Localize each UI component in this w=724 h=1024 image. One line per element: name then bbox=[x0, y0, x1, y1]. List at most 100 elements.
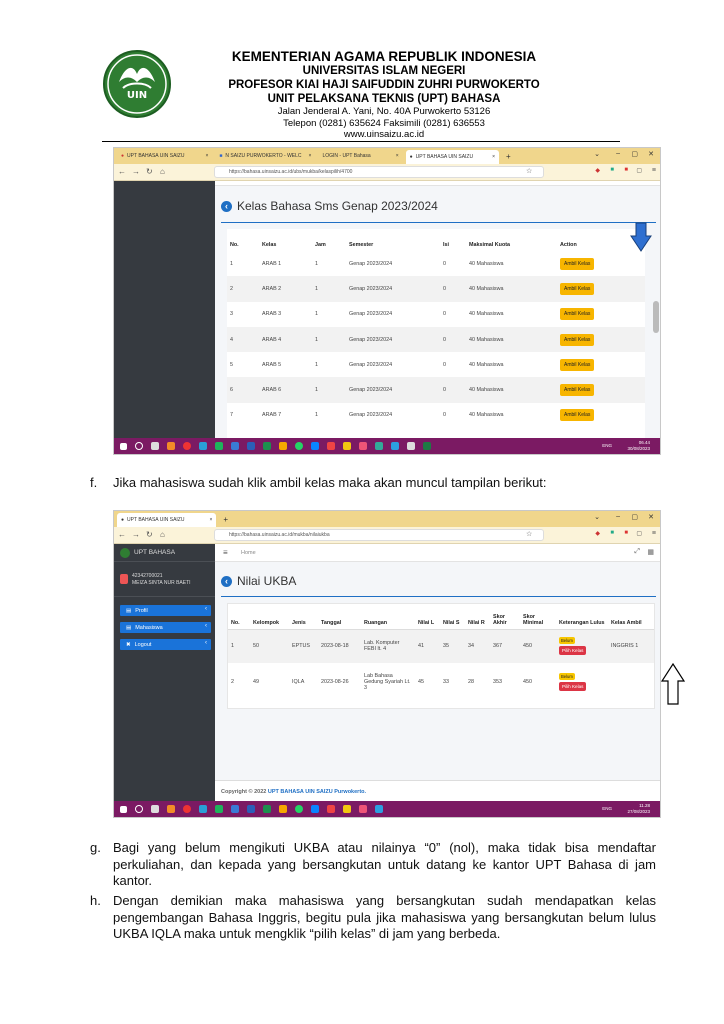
reload-icon[interactable]: ↻ bbox=[146, 167, 153, 176]
windows-start-icon[interactable] bbox=[120, 805, 127, 813]
word-icon[interactable] bbox=[247, 442, 255, 450]
whatsapp-icon[interactable] bbox=[295, 805, 303, 813]
edge-icon[interactable] bbox=[311, 442, 319, 450]
new-tab-icon[interactable]: + bbox=[219, 513, 232, 525]
maximize-icon[interactable]: ▢ bbox=[631, 513, 638, 521]
taskbar-clock[interactable]: 06.44 30/08/2023 bbox=[627, 440, 650, 451]
chrome-icon[interactable] bbox=[183, 805, 191, 813]
forward-icon[interactable]: → bbox=[132, 530, 140, 539]
pilih-kelas-button[interactable]: Pilih Kelas bbox=[559, 681, 587, 691]
back-icon[interactable]: ← bbox=[118, 167, 126, 176]
search-icon[interactable] bbox=[135, 805, 143, 813]
extension-icon[interactable]: ■ bbox=[624, 167, 628, 173]
ambil-kelas-button[interactable]: Ambil Kelas bbox=[560, 333, 595, 346]
ambil-kelas-button[interactable]: Ambil Kelas bbox=[560, 409, 595, 422]
taskbar-clock[interactable]: 11.28 27/08/2023 bbox=[627, 803, 650, 814]
language-indicator[interactable]: ENG bbox=[602, 806, 612, 811]
back-icon[interactable]: ← bbox=[118, 530, 126, 539]
app-icon[interactable] bbox=[375, 442, 383, 450]
ambil-kelas-button[interactable]: Ambil Kelas bbox=[560, 282, 595, 295]
close-icon[interactable]: × bbox=[492, 154, 495, 160]
app-icon[interactable] bbox=[359, 442, 367, 450]
close-icon[interactable]: × bbox=[209, 517, 212, 523]
language-indicator[interactable]: ENG bbox=[602, 443, 612, 448]
sidebar-item-mahasiswa[interactable]: ▤ Mahasiswa ‹ bbox=[120, 622, 211, 633]
pocket-icon[interactable]: ◆ bbox=[595, 530, 600, 537]
minimize-icon[interactable]: – bbox=[616, 513, 620, 520]
app-icon[interactable] bbox=[279, 805, 287, 813]
pocket-icon[interactable]: ◆ bbox=[595, 167, 600, 174]
forward-icon[interactable]: → bbox=[132, 167, 140, 176]
url-input[interactable]: https://bahasa.uinsaizu.ac.id/ubs/mukba/… bbox=[214, 166, 544, 178]
telegram-icon[interactable] bbox=[375, 805, 383, 813]
minimize-icon[interactable]: – bbox=[616, 150, 620, 157]
reload-icon[interactable]: ↻ bbox=[146, 530, 153, 539]
chevron-down-icon[interactable]: ⌄ bbox=[594, 513, 600, 521]
close-icon[interactable]: × bbox=[205, 153, 208, 159]
extension-icon[interactable]: ■ bbox=[610, 167, 614, 173]
fullscreen-icon[interactable]: ⤢ bbox=[634, 548, 640, 556]
bookmark-star-icon[interactable]: ☆ bbox=[526, 167, 532, 175]
app-icon[interactable] bbox=[263, 805, 271, 813]
close-window-icon[interactable]: ✕ bbox=[648, 150, 654, 158]
grid-icon[interactable]: ▦ bbox=[647, 548, 654, 556]
scrollbar-thumb[interactable] bbox=[653, 301, 659, 333]
bookmark-star-icon[interactable]: ☆ bbox=[526, 530, 532, 538]
close-window-icon[interactable]: ✕ bbox=[648, 513, 654, 521]
home-icon[interactable]: ⌂ bbox=[160, 530, 165, 539]
app-icon[interactable] bbox=[215, 442, 223, 450]
firefox-icon[interactable] bbox=[167, 442, 175, 450]
browser-tab[interactable]: LOGIN - UPT Bahasa × bbox=[318, 150, 402, 162]
home-icon[interactable]: ⌂ bbox=[160, 167, 165, 176]
menu-icon[interactable]: ≡ bbox=[652, 167, 656, 174]
chrome-icon[interactable] bbox=[183, 442, 191, 450]
sidebar-brand[interactable]: UPT BAHASA bbox=[114, 544, 215, 562]
browser-tab[interactable]: ■ N SAIZU PURWOKERTO - WELC × bbox=[215, 150, 315, 162]
account-icon[interactable]: ▢ bbox=[636, 530, 642, 537]
new-tab-icon[interactable]: + bbox=[502, 150, 515, 162]
explorer-icon[interactable] bbox=[343, 442, 351, 450]
app-icon[interactable] bbox=[327, 442, 335, 450]
url-input[interactable]: https://bahasa.uinsaizu.ac.id/mukba/nila… bbox=[214, 529, 544, 541]
excel-icon[interactable] bbox=[423, 442, 431, 450]
close-icon[interactable]: × bbox=[396, 153, 399, 159]
word-icon[interactable] bbox=[247, 805, 255, 813]
app-icon[interactable] bbox=[215, 805, 223, 813]
whatsapp-icon[interactable] bbox=[295, 442, 303, 450]
app-icon[interactable] bbox=[231, 805, 239, 813]
app-icon[interactable] bbox=[199, 442, 207, 450]
taskview-icon[interactable] bbox=[151, 442, 159, 450]
ambil-kelas-button[interactable]: Ambil Kelas bbox=[560, 257, 595, 270]
sidebar-item-profil[interactable]: ▤ Profil ‹ bbox=[120, 605, 211, 616]
ambil-kelas-button[interactable]: Ambil Kelas bbox=[560, 358, 595, 371]
browser-tab[interactable]: ● UPT BAHASA UIN SAIZU × bbox=[117, 150, 212, 162]
hamburger-icon[interactable]: ≡ bbox=[223, 548, 228, 557]
edge-icon[interactable] bbox=[311, 805, 319, 813]
windows-start-icon[interactable] bbox=[120, 442, 127, 450]
app-icon[interactable] bbox=[359, 805, 367, 813]
explorer-icon[interactable] bbox=[343, 805, 351, 813]
extension-icon[interactable]: ■ bbox=[610, 530, 614, 536]
home-link[interactable]: Home bbox=[241, 550, 256, 556]
browser-tab-active[interactable]: ● UPT BAHASA UIN SAIZU × bbox=[405, 150, 500, 164]
close-icon[interactable]: × bbox=[309, 153, 312, 159]
maximize-icon[interactable]: ▢ bbox=[631, 150, 638, 158]
firefox-icon[interactable] bbox=[167, 805, 175, 813]
app-icon[interactable] bbox=[231, 442, 239, 450]
menu-icon[interactable]: ≡ bbox=[652, 530, 656, 537]
browser-tab-active[interactable]: ● UPT BAHASA UIN SAIZU × bbox=[117, 513, 217, 527]
taskview-icon[interactable] bbox=[151, 805, 159, 813]
app-icon[interactable] bbox=[199, 805, 207, 813]
chevron-down-icon[interactable]: ⌄ bbox=[594, 150, 600, 158]
search-icon[interactable] bbox=[135, 442, 143, 450]
back-circle-icon[interactable]: ‹ bbox=[221, 200, 232, 212]
app-icon[interactable] bbox=[327, 805, 335, 813]
pilih-kelas-button[interactable]: Pilih Kelas bbox=[559, 646, 587, 656]
sidebar-item-logout[interactable]: ✖ Logout ‹ bbox=[120, 639, 211, 650]
back-circle-icon[interactable]: ‹ bbox=[221, 575, 232, 587]
settings-icon[interactable] bbox=[407, 442, 415, 450]
footer-link[interactable]: UPT BAHASA UIN SAIZU Purwokerto. bbox=[268, 789, 366, 795]
user-info[interactable]: 42342700021 MEIZA SINTA NUR BAETI bbox=[132, 573, 191, 587]
account-icon[interactable]: ▢ bbox=[636, 167, 642, 174]
app-icon[interactable] bbox=[263, 442, 271, 450]
